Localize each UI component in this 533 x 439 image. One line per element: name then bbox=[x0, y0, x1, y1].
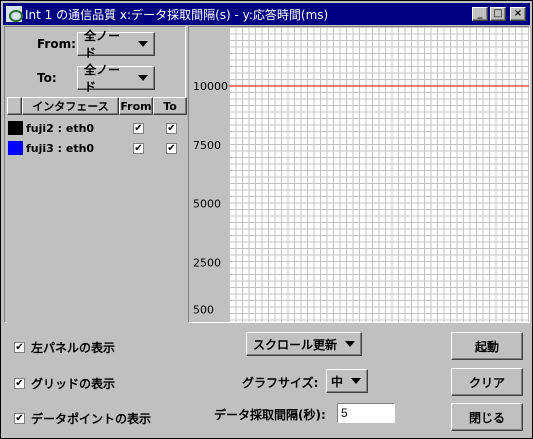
checkbox-mark[interactable]: ✔ bbox=[14, 342, 25, 353]
start-button[interactable]: 起動 bbox=[451, 332, 523, 360]
table-row[interactable]: fuji2 : eth0 ✔ ✔ bbox=[7, 119, 187, 137]
scroll-mode-value: スクロール更新 bbox=[253, 337, 338, 352]
show-left-panel-label: 左パネルの表示 bbox=[31, 341, 116, 355]
interface-name: fuji3 : eth0 bbox=[26, 141, 95, 155]
close-window-button[interactable]: × bbox=[510, 7, 526, 21]
maximize-button[interactable]: □ bbox=[490, 7, 506, 21]
to-node-value: 全ノード bbox=[84, 63, 121, 94]
show-data-points-checkbox[interactable]: ✔ データポイントの表示 bbox=[14, 410, 151, 427]
chart-area: 10000 7500 5000 2500 500 bbox=[188, 26, 530, 323]
y-tick-label: 5000 bbox=[193, 198, 221, 211]
checkbox-mark[interactable]: ✔ bbox=[14, 378, 25, 389]
clear-button[interactable]: クリア bbox=[451, 368, 523, 396]
from-column-header[interactable]: From bbox=[119, 97, 153, 115]
graph-size-label: グラフサイズ: bbox=[242, 376, 319, 390]
interface-table: インタフェース From To fuji2 : eth0 ✔ ✔ fuji3 : et… bbox=[7, 97, 187, 323]
y-tick-label: 10000 bbox=[193, 80, 228, 93]
interface-name: fuji2 : eth0 bbox=[26, 121, 95, 135]
from-node-select[interactable]: 全ノード bbox=[77, 29, 155, 60]
close-button[interactable]: 閉じる bbox=[451, 403, 523, 431]
show-data-points-label: データポイントの表示 bbox=[31, 412, 152, 426]
to-label: To: bbox=[37, 71, 57, 85]
scroll-mode-select[interactable]: スクロール更新 bbox=[246, 332, 362, 356]
response-time-chart: 10000 7500 5000 2500 500 bbox=[193, 27, 529, 322]
to-checkbox[interactable]: ✔ bbox=[166, 142, 177, 154]
bottom-panel: ✔ 左パネルの表示 ✔ グリッドの表示 ✔ データポイントの表示 スクロール更新… bbox=[4, 325, 530, 435]
left-panel: From: 全ノード To: 全ノード インタフェース From To fuji… bbox=[4, 26, 187, 323]
app-icon bbox=[6, 6, 23, 22]
interval-label: データ採取間隔(秒): bbox=[214, 408, 326, 422]
window-title: Int 1 の通信品質 x:データ採取間隔(s) - y:応答時間(ms) bbox=[25, 7, 329, 22]
from-checkbox[interactable]: ✔ bbox=[133, 142, 144, 154]
graph-size-select[interactable]: 中 bbox=[326, 369, 368, 393]
from-label: From: bbox=[37, 37, 76, 51]
show-grid-checkbox[interactable]: ✔ グリッドの表示 bbox=[14, 375, 115, 392]
maximize-icon: □ bbox=[493, 8, 503, 19]
to-column-header[interactable]: To bbox=[153, 97, 187, 115]
y-tick-label: 2500 bbox=[193, 256, 221, 269]
checkbox-mark[interactable]: ✔ bbox=[14, 413, 25, 424]
interface-column-header[interactable]: インタフェース bbox=[22, 97, 119, 115]
table-header: インタフェース From To bbox=[7, 97, 187, 115]
show-grid-label: グリッドの表示 bbox=[31, 377, 116, 391]
close-icon: × bbox=[513, 8, 523, 19]
from-node-value: 全ノード bbox=[84, 29, 121, 60]
y-tick-label: 7500 bbox=[193, 139, 221, 152]
from-checkbox[interactable]: ✔ bbox=[133, 122, 144, 134]
graph-size-value: 中 bbox=[331, 374, 344, 389]
app-window: Int 1 の通信品質 x:データ採取間隔(s) - y:応答時間(ms) _ … bbox=[0, 0, 533, 439]
chevron-down-icon bbox=[351, 378, 362, 384]
show-left-panel-checkbox[interactable]: ✔ 左パネルの表示 bbox=[14, 339, 115, 356]
to-node-select[interactable]: 全ノード bbox=[77, 63, 155, 94]
y-tick-label: 500 bbox=[193, 303, 214, 316]
chevron-down-icon bbox=[138, 41, 148, 47]
title-bar[interactable]: Int 1 の通信品質 x:データ採取間隔(s) - y:応答時間(ms) _ … bbox=[3, 3, 530, 25]
interval-input[interactable] bbox=[337, 403, 395, 423]
series-color-swatch[interactable] bbox=[8, 121, 23, 135]
color-column-header[interactable] bbox=[7, 97, 22, 115]
minimize-button[interactable]: _ bbox=[472, 7, 488, 21]
table-row[interactable]: fuji3 : eth0 ✔ ✔ bbox=[7, 139, 187, 157]
chevron-down-icon bbox=[138, 75, 148, 81]
series-color-swatch[interactable] bbox=[8, 141, 23, 155]
minimize-icon: _ bbox=[477, 8, 483, 19]
to-checkbox[interactable]: ✔ bbox=[166, 122, 177, 134]
chevron-down-icon bbox=[345, 341, 355, 347]
